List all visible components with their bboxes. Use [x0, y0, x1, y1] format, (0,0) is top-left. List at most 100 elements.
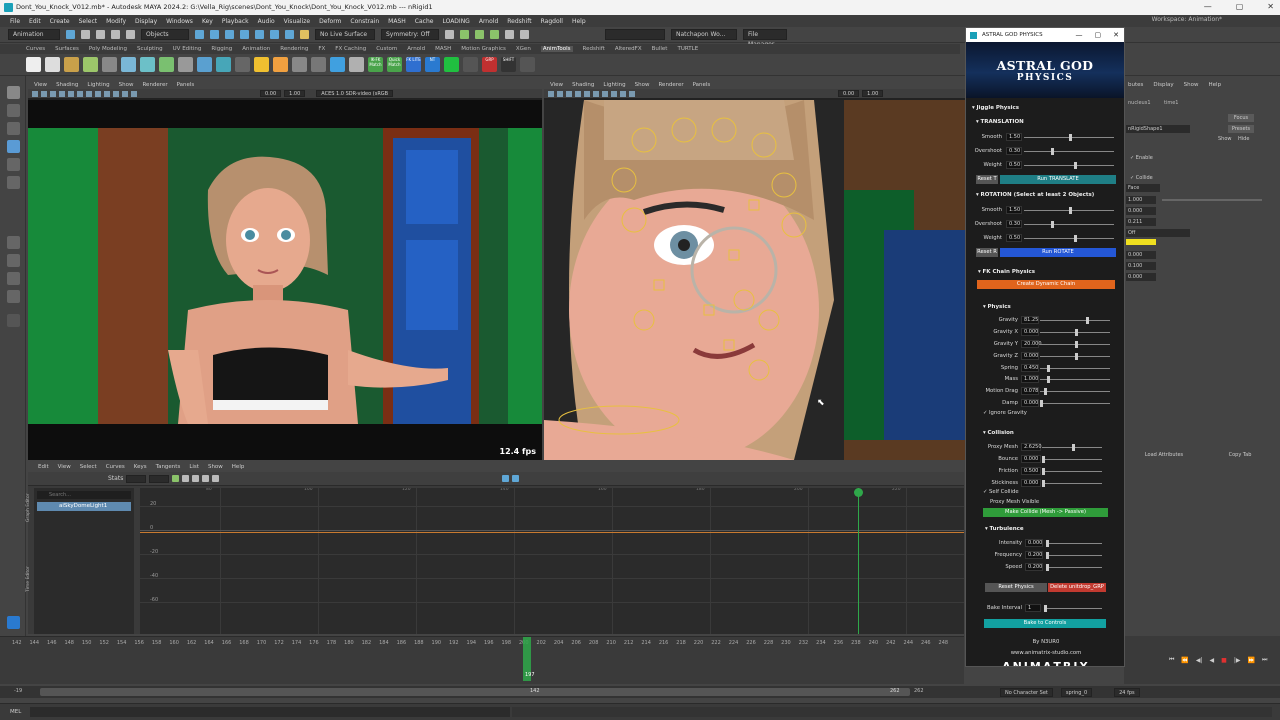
- construction-history-icon[interactable]: [445, 30, 454, 39]
- shelf-tab-uv-editing[interactable]: UV Editing: [173, 46, 202, 52]
- color-swatch[interactable]: [1126, 239, 1156, 245]
- ae-tab-help[interactable]: Help: [1209, 82, 1222, 88]
- frame-all-icon[interactable]: [502, 475, 510, 482]
- menu-create[interactable]: Create: [50, 18, 70, 25]
- menu-select[interactable]: Select: [79, 18, 98, 25]
- physics-value-field[interactable]: 0.078: [1021, 387, 1039, 395]
- vp1-menu-show[interactable]: Show: [119, 82, 134, 88]
- outliner-view-icon[interactable]: [7, 290, 20, 303]
- collision-slider-track[interactable]: [1042, 459, 1102, 460]
- ae-tab-attributes[interactable]: butes: [1128, 82, 1143, 88]
- collision-header[interactable]: Collision: [983, 430, 1014, 436]
- physics-slider-thumb[interactable]: [1047, 376, 1050, 383]
- physics-slider-thumb[interactable]: [1075, 329, 1078, 336]
- presets-button[interactable]: Presets: [1228, 125, 1254, 133]
- select-component-icon[interactable]: [225, 30, 234, 39]
- isolate-icon[interactable]: [104, 90, 110, 97]
- vp2-menu-show[interactable]: Show: [635, 82, 650, 88]
- shelf-tab-motion-graphics[interactable]: Motion Graphics: [461, 46, 506, 52]
- ae-value-0[interactable]: 1.000: [1126, 196, 1156, 204]
- fps-dropdown[interactable]: 24 fps: [1114, 687, 1140, 697]
- outliner-search-input[interactable]: Search...: [37, 491, 131, 499]
- curve-area[interactable]: 20 0 -20 -40 -60 80 100 120 140 160 180 …: [140, 488, 964, 634]
- node-tab-time[interactable]: time1: [1164, 100, 1178, 106]
- tangent-auto-icon[interactable]: [172, 475, 180, 482]
- menu-ragdoll[interactable]: Ragdoll: [541, 18, 563, 25]
- xray-icon[interactable]: [629, 90, 635, 97]
- joints-xray-icon[interactable]: [122, 90, 128, 97]
- viewport-rig[interactable]: View Shading Lighting Show Renderer Pane…: [544, 80, 966, 460]
- reset-physics-button[interactable]: Reset Physics: [985, 583, 1047, 592]
- menu-edit[interactable]: Edit: [29, 18, 41, 25]
- menu-loading[interactable]: LOADING: [442, 18, 469, 25]
- select-object-icon[interactable]: [210, 30, 219, 39]
- stop-icon[interactable]: ■: [1221, 657, 1227, 664]
- two-view-icon[interactable]: [7, 272, 20, 285]
- far-clip-field[interactable]: 1.00: [284, 90, 306, 97]
- minimize-button[interactable]: —: [1204, 2, 1212, 11]
- shelf-tab-redshift[interactable]: Redshift: [583, 46, 605, 52]
- menu-key[interactable]: Key: [202, 18, 213, 25]
- rotation-slider-track[interactable]: [1024, 238, 1114, 239]
- open-scene-icon[interactable]: [81, 30, 90, 39]
- ae-tab-display[interactable]: Display: [1153, 82, 1173, 88]
- shift-icon[interactable]: SHIFT: [501, 57, 516, 72]
- face-dropdown[interactable]: Face: [1126, 184, 1160, 192]
- menu-redshift[interactable]: Redshift: [507, 18, 531, 25]
- time-slider[interactable]: 142 144 146 148 150 152 154 156 158 160 162 164 166 1…: [0, 636, 964, 684]
- translation-slider-track[interactable]: [1024, 151, 1114, 152]
- collision-value-field[interactable]: 0.000: [1021, 455, 1041, 463]
- off-dropdown[interactable]: Off: [1126, 229, 1190, 237]
- ge-menu-tangents[interactable]: Tangents: [156, 464, 181, 470]
- reset-t-button[interactable]: Reset T: [976, 175, 998, 184]
- colorspace-dropdown[interactable]: ACES 1.0 SDR-video (sRGB: [316, 90, 394, 97]
- rotation-value-field[interactable]: 0.50: [1006, 234, 1022, 242]
- menu-display[interactable]: Display: [135, 18, 157, 25]
- turbulence-slider-thumb[interactable]: [1046, 552, 1049, 559]
- ge-menu-keys[interactable]: Keys: [134, 464, 147, 470]
- ao-icon[interactable]: [602, 90, 608, 97]
- wireframe-icon[interactable]: [557, 90, 563, 97]
- physics-slider-track[interactable]: [1040, 368, 1110, 369]
- menu-help[interactable]: Help: [572, 18, 586, 25]
- tween-icon[interactable]: [83, 57, 98, 72]
- textured-icon[interactable]: [575, 90, 581, 97]
- ge-menu-select[interactable]: Select: [80, 464, 97, 470]
- collision-value-field[interactable]: 0.500: [1021, 467, 1041, 475]
- shape-name-field[interactable]: nRigidShape1: [1126, 125, 1190, 133]
- physics-slider-thumb[interactable]: [1040, 400, 1043, 407]
- skull-icon[interactable]: [311, 57, 326, 72]
- key-icon[interactable]: [121, 57, 136, 72]
- tangent-spline-icon[interactable]: [182, 475, 190, 482]
- time-editor-side-tab[interactable]: Time Editor: [26, 566, 31, 592]
- workspace-selector[interactable]: Workspace: Animation*: [1152, 16, 1222, 23]
- physics-value-field[interactable]: 0.000: [1021, 328, 1039, 336]
- tangent-linear-icon[interactable]: [192, 475, 200, 482]
- anim-layer-dropdown[interactable]: spring_0: [1060, 687, 1093, 697]
- paint-select-icon[interactable]: [7, 122, 20, 135]
- vp2-menu-lighting[interactable]: Lighting: [603, 82, 625, 88]
- translation-slider-thumb[interactable]: [1073, 162, 1077, 169]
- menu-deform[interactable]: Deform: [319, 18, 341, 25]
- vp1-menu-renderer[interactable]: Renderer: [142, 82, 167, 88]
- pin2-icon[interactable]: [520, 57, 535, 72]
- hide-button[interactable]: Hide: [1238, 136, 1249, 142]
- delete-grp-button[interactable]: Delete unitdrop_GRP: [1048, 583, 1106, 592]
- collision-slider-thumb[interactable]: [1042, 468, 1045, 475]
- menu-audio[interactable]: Audio: [258, 18, 275, 25]
- menu-file[interactable]: File: [10, 18, 20, 25]
- cross-icon[interactable]: [330, 57, 345, 72]
- graph-icon[interactable]: [45, 57, 60, 72]
- ae-value-2[interactable]: 0.211: [1126, 218, 1156, 226]
- translation-value-field[interactable]: 1.50: [1006, 133, 1022, 141]
- ge-menu-list[interactable]: List: [189, 464, 199, 470]
- smooth-shade-icon[interactable]: [566, 90, 572, 97]
- wireframe-icon[interactable]: [41, 90, 47, 97]
- play-back-icon[interactable]: ◀: [1210, 657, 1215, 664]
- reset-r-button[interactable]: Reset R: [976, 248, 998, 257]
- ae-value-5[interactable]: 0.000: [1126, 273, 1156, 281]
- turbulence-slider-thumb[interactable]: [1046, 540, 1049, 547]
- vp1-menu-view[interactable]: View: [34, 82, 47, 88]
- step-back-icon[interactable]: ◀|: [1196, 657, 1203, 664]
- range-bar[interactable]: [40, 688, 910, 696]
